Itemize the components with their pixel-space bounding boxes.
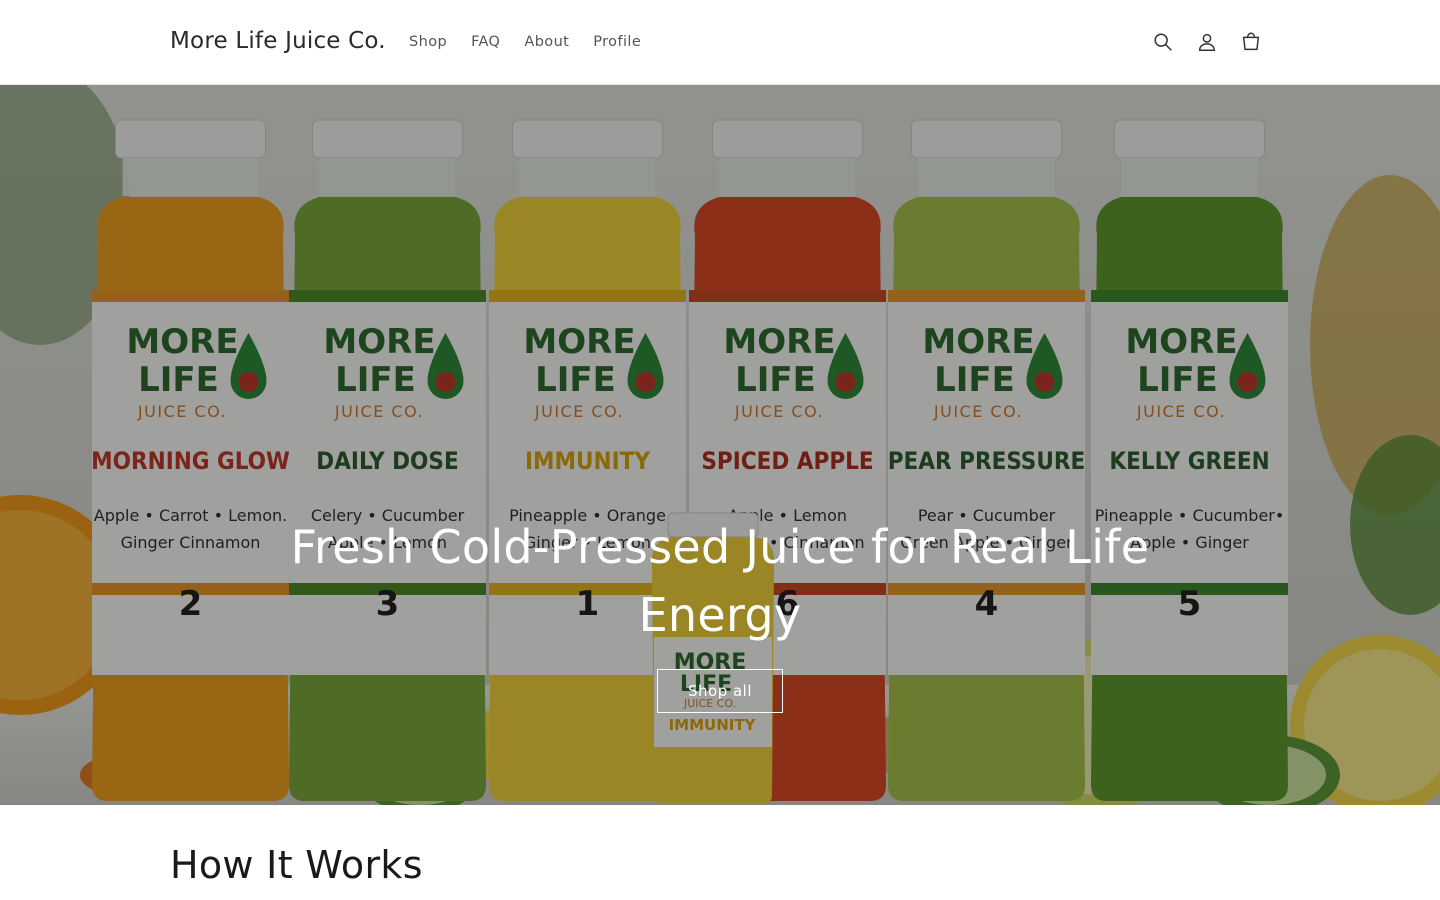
site-logo[interactable]: More Life Juice Co. — [170, 28, 386, 54]
shop-all-button[interactable]: Shop all — [656, 669, 784, 713]
hero-content: Fresh Cold-Pressed Juice for Real Life E… — [0, 513, 1440, 713]
hero-title: Fresh Cold-Pressed Juice for Real Life E… — [290, 520, 1150, 642]
header-icons — [1143, 22, 1275, 62]
section-title: How It Works — [170, 843, 423, 887]
cart-icon[interactable] — [1231, 22, 1271, 62]
nav-profile[interactable]: Profile — [581, 31, 653, 53]
nav-shop[interactable]: Shop — [397, 31, 459, 53]
search-icon[interactable] — [1143, 22, 1183, 62]
nav-about[interactable]: About — [512, 31, 581, 53]
nav-faq[interactable]: FAQ — [459, 31, 512, 53]
site-header: More Life Juice Co. Shop FAQ About Profi… — [0, 0, 1440, 85]
main-nav: Shop FAQ About Profile — [397, 31, 653, 53]
hero-banner: MORE LIFE JUICE CO. MORNING GLOW Apple • Car… — [0, 85, 1440, 805]
account-icon[interactable] — [1187, 22, 1227, 62]
